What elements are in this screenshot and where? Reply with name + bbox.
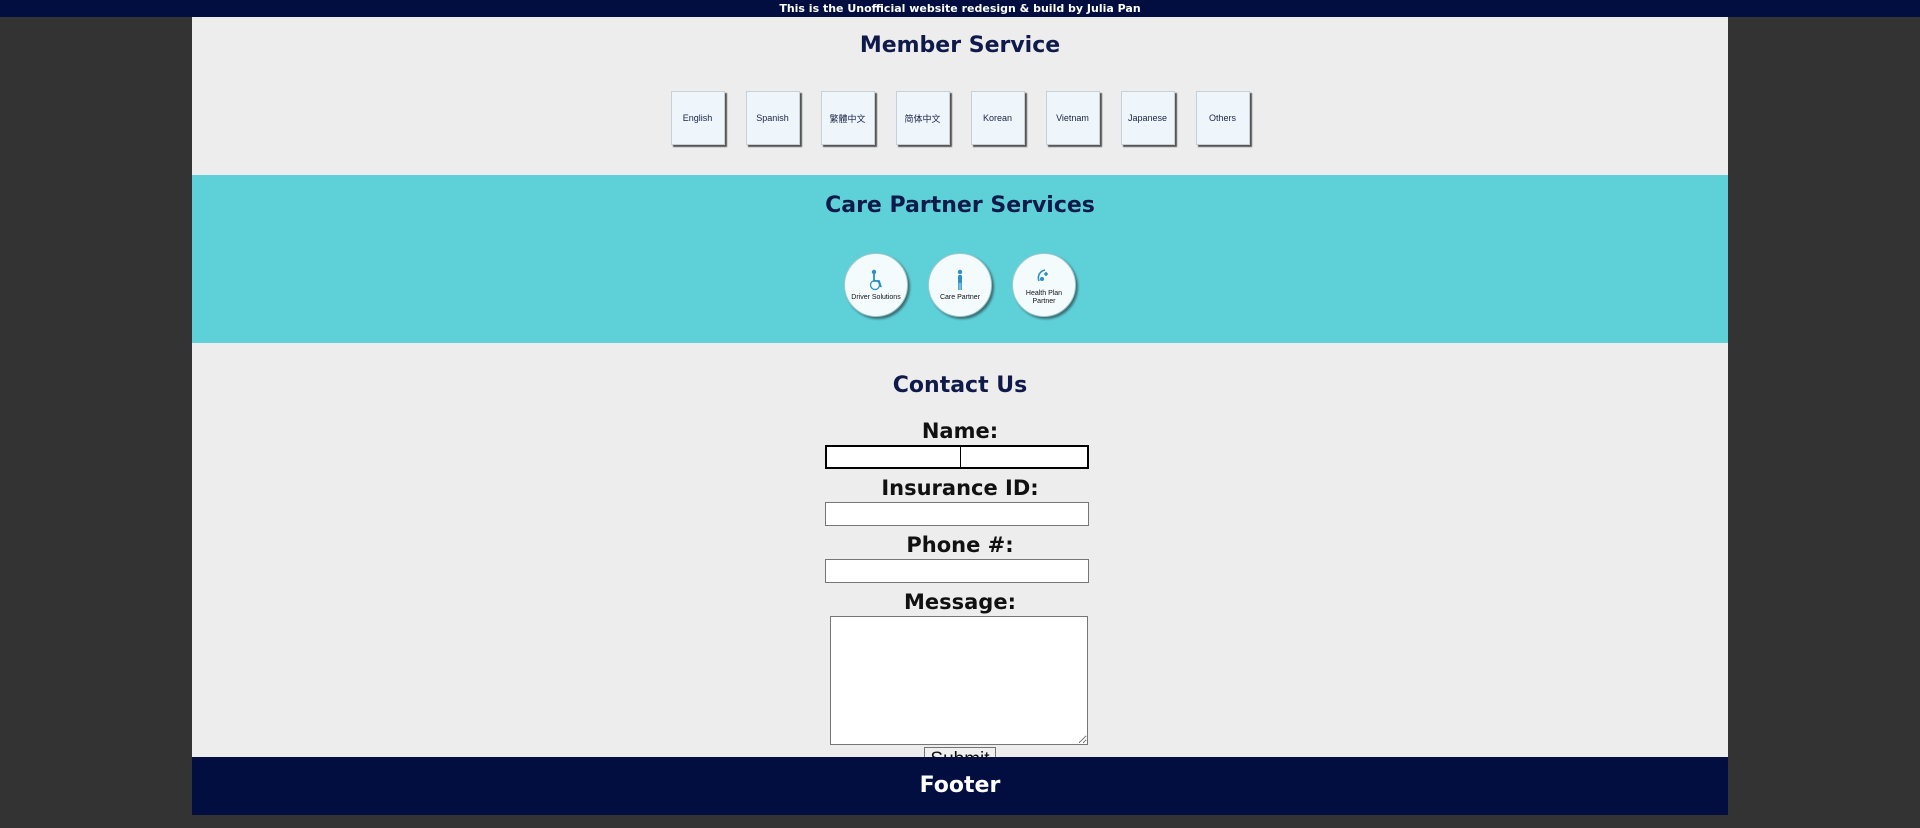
care-partner-button[interactable]: Care Partner [928, 253, 992, 317]
wheelchair-icon [868, 269, 884, 291]
phone-label: Phone #: [906, 533, 1014, 557]
footer: Footer [192, 757, 1728, 815]
language-button-vietnam[interactable]: Vietnam [1045, 91, 1100, 145]
text-cursor [960, 447, 961, 467]
contact-title: Contact Us [892, 373, 1028, 398]
member-service-section: Member Service English Spanish 繁體中文 简体中文… [192, 17, 1728, 175]
insurance-id-input[interactable] [825, 502, 1089, 526]
insurance-id-label: Insurance ID: [881, 476, 1039, 500]
driver-solutions-label: Driver Solutions [851, 293, 901, 301]
language-button-others[interactable]: Others [1195, 91, 1250, 145]
message-textarea[interactable] [830, 616, 1088, 745]
care-partner-button-row: Driver Solutions Care Partner Health Pla… [192, 253, 1728, 317]
language-button-row: English Spanish 繁體中文 简体中文 Korean Vietnam… [192, 91, 1728, 145]
care-partner-title: Care Partner Services [825, 193, 1095, 218]
phone-input[interactable] [825, 559, 1089, 583]
health-partner-icon [1036, 265, 1052, 287]
language-button-korean[interactable]: Korean [970, 91, 1025, 145]
health-plan-partner-button[interactable]: Health Plan Partner [1012, 253, 1076, 317]
language-button-japanese[interactable]: Japanese [1120, 91, 1175, 145]
contact-section: Contact Us Name: Insurance ID: Phone #: … [192, 343, 1728, 773]
language-button-simplified-chinese[interactable]: 简体中文 [895, 91, 950, 145]
message-label: Message: [904, 590, 1016, 614]
person-icon [954, 269, 966, 291]
name-label: Name: [921, 419, 999, 443]
page-container: Member Service English Spanish 繁體中文 简体中文… [192, 17, 1728, 815]
language-button-spanish[interactable]: Spanish [745, 91, 800, 145]
health-plan-partner-label: Health Plan Partner [1025, 289, 1063, 305]
care-partner-section: Care Partner Services Driver Solutions C… [192, 175, 1728, 343]
care-partner-label: Care Partner [939, 293, 981, 301]
top-banner: This is the Unofficial website redesign … [0, 0, 1920, 17]
member-service-title: Member Service [859, 33, 1061, 58]
language-button-traditional-chinese[interactable]: 繁體中文 [820, 91, 875, 145]
name-input[interactable] [825, 445, 1089, 469]
language-button-english[interactable]: English [670, 91, 725, 145]
driver-solutions-button[interactable]: Driver Solutions [844, 253, 908, 317]
